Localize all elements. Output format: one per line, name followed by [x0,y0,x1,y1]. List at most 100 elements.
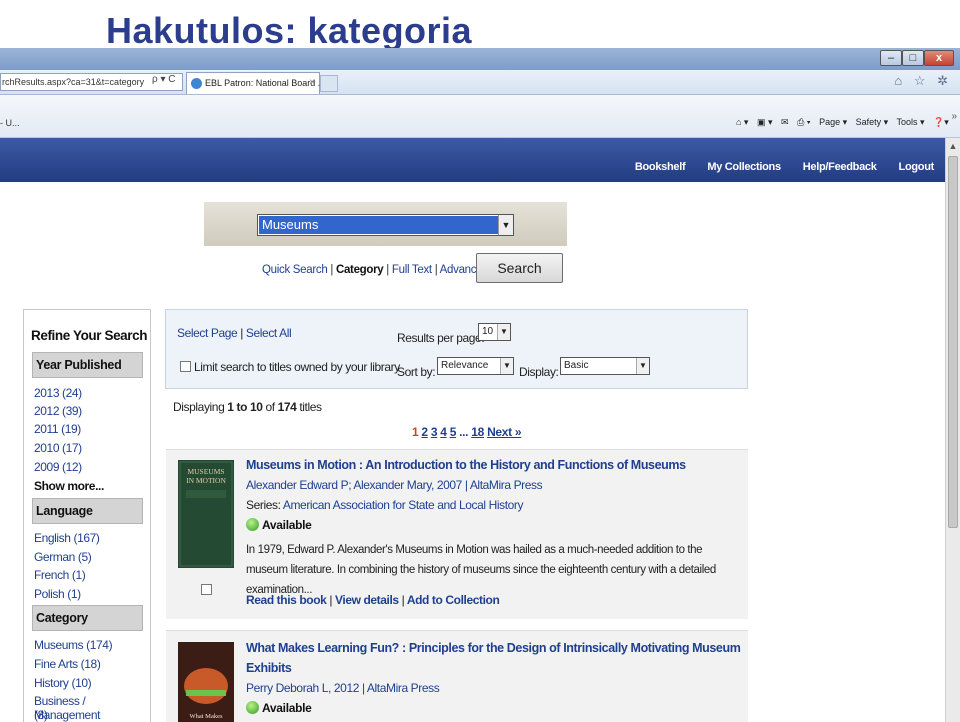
page-link[interactable]: 2 [421,425,428,439]
summary-prefix: Displaying [173,400,228,414]
page-ellipsis: ... [459,425,469,439]
maximize-button[interactable]: □ [902,50,924,66]
result-title-link-continued[interactable]: Exhibits [246,661,292,675]
close-window-button[interactable]: x [924,50,954,66]
slide-title: Hakutulos: kategoria [106,10,473,51]
facet-item[interactable]: Fine Arts (18) [34,657,101,671]
result-title-link[interactable]: Museums in Motion : An Introduction to t… [246,458,686,472]
chevron-down-icon[interactable]: ▼ [498,215,513,235]
facet-item[interactable]: 2013 (24) [34,386,82,400]
facet-item[interactable]: Museums (174) [34,638,113,652]
nav-help-feedback[interactable]: Help/Feedback [803,161,877,173]
facet-item[interactable]: 2010 (17) [34,441,82,455]
series-label: Series: [246,498,281,512]
facet-item[interactable]: 2011 (19) [34,422,81,436]
chevron-down-icon[interactable]: ▼ [497,324,510,340]
show-more-link[interactable]: Show more... [34,479,104,493]
home-favorites-tools-icons[interactable]: ⌂ ☆ ✲ [894,73,952,89]
result-authors[interactable]: Alexander Edward P; Alexander Mary, 2007… [246,478,543,492]
help-icon[interactable]: ❓▾ [933,117,949,127]
chevron-down-icon[interactable]: ▼ [636,358,649,374]
summary-total: 174 [277,400,297,414]
search-button[interactable]: Search [476,253,563,283]
page-link[interactable]: 3 [431,425,438,439]
facet-item[interactable]: English (167) [34,531,100,545]
results-per-page-value: 10 [482,326,494,337]
category-search-link[interactable]: Category [336,264,384,276]
category-select[interactable]: Museums ▼ [257,214,514,236]
refine-title: Refine Your Search [31,328,148,343]
ie-page-icon [191,78,202,90]
address-row: rchResults.aspx?ca=31&t=category ρ ▾ C E… [0,70,960,95]
book-cover-image[interactable]: What Makes [178,642,234,722]
address-search-refresh-icons[interactable]: ρ ▾ C [152,74,176,85]
select-all-link[interactable]: Select All [246,326,292,340]
view-details-link[interactable]: View details [335,593,399,607]
overflow-chevron-icon[interactable]: » [951,111,957,122]
separator: | [240,326,243,340]
print-icon[interactable]: ⎙ ▾ [797,117,810,127]
facet-item[interactable]: 2012 (39) [34,404,82,418]
sort-select[interactable]: Relevance ▼ [437,357,514,375]
quick-search-link[interactable]: Quick Search [262,264,328,276]
mail-icon[interactable]: ✉ [781,117,789,127]
page-scrollbar[interactable]: ▲ [945,138,960,722]
facet-item[interactable]: 2009 (12) [34,460,82,474]
result-description: In 1979, Edward P. Alexander's Museums i… [246,544,716,596]
availability-label: Available [262,701,312,715]
page-menu[interactable]: Page ▾ [819,117,847,127]
facet-item[interactable]: History (10) [34,676,92,690]
tab-close-icon[interactable]: × [309,73,315,93]
page-link[interactable]: 5 [450,425,457,439]
next-page-link[interactable]: Next » [487,425,522,439]
nav-logout[interactable]: Logout [899,161,935,173]
summary-range: 1 to 10 [227,400,263,414]
nav-bookshelf[interactable]: Bookshelf [635,161,686,173]
results-controls: Select Page | Select All Limit search to… [165,309,748,389]
separator: | [401,593,405,607]
results-per-page-label: Results per page: [397,331,485,345]
browser-tab[interactable]: EBL Patron: National Board ... × [186,72,325,94]
facet-item[interactable]: Polish (1) [34,587,81,601]
full-text-search-link[interactable]: Full Text [392,264,432,276]
read-book-link[interactable]: Read this book [246,593,327,607]
nav-links: Bookshelf My Collections Help/Feedback L… [635,161,934,173]
page-link[interactable]: 4 [440,425,447,439]
result-select-checkbox[interactable] [201,584,212,595]
available-status-icon [246,701,259,714]
last-page-link[interactable]: 18 [471,425,484,439]
result-authors[interactable]: Perry Deborah L, 2012 | AltaMira Press [246,681,440,695]
facet-item[interactable]: (8) [34,708,48,722]
nav-my-collections[interactable]: My Collections [707,161,781,173]
home-icon[interactable]: ⌂ ▾ [736,117,748,127]
tools-menu[interactable]: Tools ▾ [897,117,925,127]
results-per-page-select[interactable]: 10 ▼ [478,323,511,341]
select-links: Select Page | Select All [177,326,292,340]
available-status-icon [246,518,259,531]
search-mode-links: Quick Search | Category | Full Text | Ad… [262,264,489,276]
command-bar-tools: ⌂ ▾ ▣ ▾ ✉ ⎙ ▾ Page ▾ Safety ▾ Tools ▾ ❓▾ [736,117,955,128]
chevron-down-icon[interactable]: ▼ [500,358,513,374]
display-select[interactable]: Basic ▼ [560,357,650,375]
minimize-button[interactable]: – [880,50,902,66]
safety-menu[interactable]: Safety ▾ [856,117,889,127]
summary-suffix: titles [296,400,322,414]
command-bar: - U... ⌂ ▾ ▣ ▾ ✉ ⎙ ▾ Page ▾ Safety ▾ Too… [0,95,960,138]
scroll-up-arrow-icon[interactable]: ▲ [946,138,960,154]
book-cover-image[interactable]: MUSEUMS IN MOTION [178,460,234,568]
facet-item[interactable]: Business / Management [34,694,150,722]
pagination: 1 2 3 4 5 ... 18 Next » [412,425,522,439]
scroll-thumb[interactable] [948,156,958,528]
availability-status: Available [246,518,312,532]
select-page-link[interactable]: Select Page [177,326,238,340]
feeds-icon[interactable]: ▣ ▾ [757,117,773,127]
display-label: Display: [519,365,559,379]
cover-title: MUSEUMS [187,467,224,476]
result-title-link[interactable]: What Makes Learning Fun? : Principles fo… [246,641,741,655]
add-to-collection-link[interactable]: Add to Collection [407,593,500,607]
facet-item[interactable]: French (1) [34,568,86,582]
facet-item[interactable]: German (5) [34,550,92,564]
limit-checkbox[interactable] [180,361,191,372]
series-link[interactable]: American Association for State and Local… [283,498,524,512]
new-tab-button[interactable] [320,75,338,92]
